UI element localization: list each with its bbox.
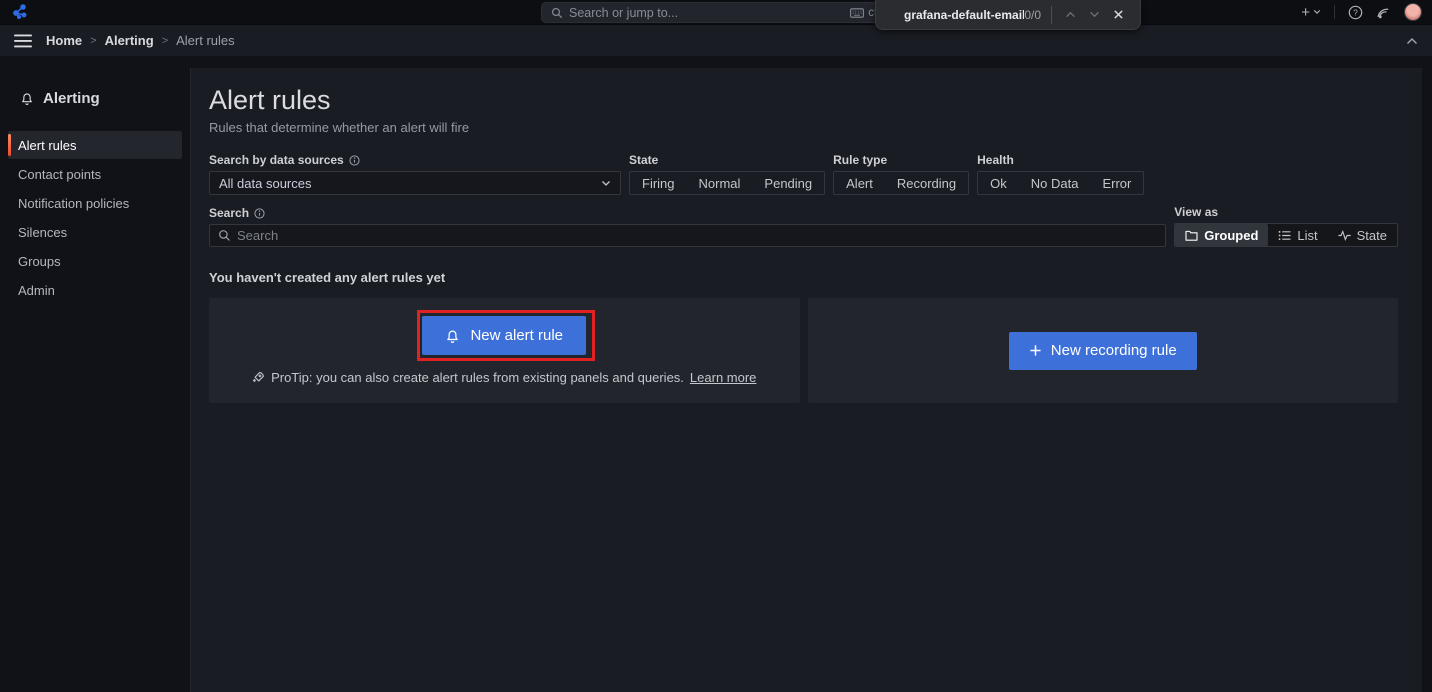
section-sidebar: Alerting Alert rules Contact points Noti…: [0, 56, 190, 692]
health-filter-group: Ok No Data Error: [977, 171, 1144, 195]
bell-icon: [445, 328, 460, 344]
search-icon: [218, 229, 231, 242]
chevron-up-icon: [1065, 11, 1076, 18]
sidebar-item-silences[interactable]: Silences: [0, 218, 190, 246]
rules-search-input[interactable]: [237, 228, 1157, 243]
activity-icon: [1338, 230, 1351, 241]
bell-icon: [20, 91, 34, 106]
state-option-firing[interactable]: Firing: [630, 172, 687, 194]
recording-rule-panel: New recording rule: [808, 298, 1399, 403]
sidebar-nav: Alert rules Contact points Notification …: [0, 131, 190, 304]
sidebar-item-notification-policies[interactable]: Notification policies: [0, 189, 190, 217]
help-icon: ?: [1348, 5, 1363, 20]
state-option-pending[interactable]: Pending: [752, 172, 824, 194]
rule-type-filter-group: Alert Recording: [833, 171, 969, 195]
page-subtitle: Rules that determine whether an alert wi…: [209, 120, 1398, 135]
top-navbar: ctr + ?: [0, 0, 1432, 25]
learn-more-link[interactable]: Learn more: [690, 370, 756, 385]
health-option-error[interactable]: Error: [1090, 172, 1143, 194]
sidebar-item-groups[interactable]: Groups: [0, 247, 190, 275]
rules-search-box[interactable]: [209, 224, 1166, 247]
sidebar-item-alert-rules[interactable]: Alert rules: [8, 131, 182, 159]
global-search-box[interactable]: ctr: [541, 2, 891, 23]
chevron-down-icon: [1313, 9, 1321, 15]
menu-icon[interactable]: [14, 34, 32, 48]
state-option-normal[interactable]: Normal: [687, 172, 753, 194]
new-recording-rule-button[interactable]: New recording rule: [1009, 332, 1197, 370]
search-row: Search View as: [209, 205, 1398, 247]
breadcrumb-current: Alert rules: [176, 33, 235, 48]
breadcrumb-separator: >: [90, 35, 96, 47]
divider: [1334, 5, 1335, 19]
sidebar-section-title: Alerting: [0, 90, 190, 107]
chevron-down-icon: [1089, 11, 1100, 18]
folder-icon: [1185, 230, 1198, 241]
divider: [1051, 6, 1052, 24]
health-option-nodata[interactable]: No Data: [1019, 172, 1091, 194]
sidebar-item-admin[interactable]: Admin: [0, 276, 190, 304]
rule-type-filter-label: Rule type: [833, 153, 969, 167]
user-avatar[interactable]: [1404, 3, 1422, 21]
plus-icon: +: [1301, 4, 1310, 21]
find-next-button[interactable]: [1082, 3, 1106, 27]
new-alert-rule-button[interactable]: New alert rule: [422, 316, 586, 355]
find-query-text[interactable]: grafana-default-email: [904, 8, 1024, 22]
sidebar-item-contact-points[interactable]: Contact points: [0, 160, 190, 188]
rocket-icon: [252, 371, 265, 384]
news-button[interactable]: [1376, 5, 1391, 20]
chevron-down-icon: [601, 180, 611, 187]
plus-icon: [1029, 344, 1042, 357]
view-as-list[interactable]: List: [1268, 224, 1327, 246]
health-filter-label: Health: [977, 153, 1144, 167]
protip-text: ProTip: you can also create alert rules …: [271, 370, 684, 385]
svg-text:?: ?: [1353, 7, 1358, 17]
main-content: Alert rules Rules that determine whether…: [190, 68, 1422, 692]
find-previous-button[interactable]: [1058, 3, 1082, 27]
list-icon: [1278, 230, 1291, 241]
alert-rule-panel: New alert rule ProTip: you can also crea…: [209, 298, 800, 403]
global-search-input[interactable]: [569, 6, 844, 20]
search-filter-label: Search: [209, 206, 1166, 220]
search-icon: [551, 7, 563, 19]
rule-type-option-recording[interactable]: Recording: [885, 172, 968, 194]
breadcrumb-home[interactable]: Home: [46, 33, 82, 48]
state-filter-group: Firing Normal Pending: [629, 171, 825, 195]
browser-find-bar: grafana-default-email 0/0: [875, 0, 1141, 30]
close-icon: [1113, 9, 1124, 20]
datasource-filter-label: Search by data sources: [209, 153, 621, 167]
empty-state-heading: You haven't created any alert rules yet: [209, 270, 1398, 285]
view-as-state[interactable]: State: [1328, 224, 1397, 246]
info-icon: [349, 155, 360, 166]
filters-row: Search by data sources All data sources …: [209, 153, 1398, 195]
chevron-up-icon: [1406, 37, 1418, 45]
state-filter-label: State: [629, 153, 825, 167]
protip: ProTip: you can also create alert rules …: [252, 370, 756, 385]
collapse-toolbar-button[interactable]: [1406, 37, 1418, 45]
datasource-select[interactable]: All data sources: [209, 171, 621, 195]
info-icon: [254, 208, 265, 219]
news-icon: [1376, 5, 1391, 20]
help-button[interactable]: ?: [1348, 5, 1363, 20]
find-close-button[interactable]: [1106, 3, 1130, 27]
page-title: Alert rules: [209, 84, 1398, 116]
view-as-group: Grouped List State: [1174, 223, 1398, 247]
keyboard-icon: [850, 8, 864, 18]
breadcrumb-bar: Home > Alerting > Alert rules: [0, 25, 1432, 56]
breadcrumb: Home > Alerting > Alert rules: [46, 33, 235, 48]
breadcrumb-alerting[interactable]: Alerting: [105, 33, 154, 48]
breadcrumb-separator: >: [162, 35, 168, 47]
view-as-label: View as: [1174, 205, 1398, 219]
empty-state-panels: New alert rule ProTip: you can also crea…: [209, 298, 1398, 403]
view-as-grouped[interactable]: Grouped: [1175, 224, 1268, 246]
rule-type-option-alert[interactable]: Alert: [834, 172, 885, 194]
find-match-count: 0/0: [1024, 8, 1041, 22]
grafana-logo-icon[interactable]: [12, 4, 28, 20]
health-option-ok[interactable]: Ok: [978, 172, 1019, 194]
new-menu-button[interactable]: +: [1301, 4, 1321, 21]
